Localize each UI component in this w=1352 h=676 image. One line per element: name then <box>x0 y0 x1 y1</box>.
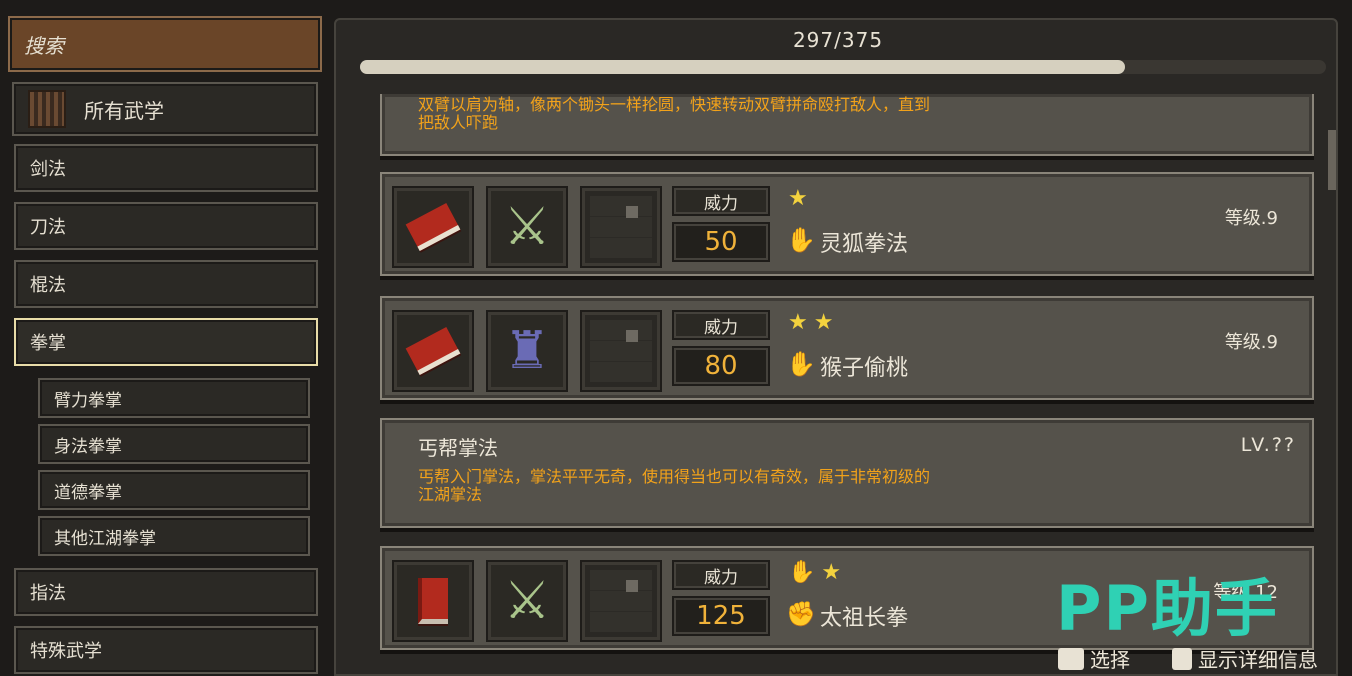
skill-grade: 等级.9 <box>1224 332 1278 353</box>
demon-icon: ♜ <box>503 321 551 381</box>
fist-icon: ✊ <box>786 600 816 628</box>
palm-icon: ✋ <box>786 350 816 378</box>
subcategory-morality-fist[interactable]: 道德拳掌 <box>38 470 310 510</box>
skill-grade: 等级.9 <box>1224 208 1278 229</box>
book-slot <box>392 186 474 268</box>
red-book-icon <box>405 326 461 376</box>
red-book-icon <box>405 202 461 252</box>
subcategory-agility-fist[interactable]: 身法拳掌 <box>38 424 310 464</box>
category-special[interactable]: 特殊武学 <box>14 626 318 674</box>
category-sidebar: 搜索 所有武学 剑法 刀法 棍法 拳掌 臂力拳掌 身法拳掌 道德拳掌 其他江湖拳… <box>0 0 330 676</box>
warrior-icon: ⚔ <box>503 197 551 257</box>
collection-progress-text: 297/375 <box>792 28 884 52</box>
locked-grid-icon <box>590 320 652 382</box>
empty-slot <box>580 560 662 642</box>
search-button[interactable]: 搜索 <box>8 16 322 72</box>
list-scrollbar[interactable] <box>1328 130 1336 190</box>
rarity-stars: ✋★ <box>788 560 847 585</box>
pp-assistant-watermark: PP助手 <box>1056 572 1279 645</box>
select-hint-label: 选择 <box>1090 648 1130 672</box>
category-finger[interactable]: 指法 <box>14 568 318 616</box>
power-value: 80 <box>672 346 770 386</box>
info-title: 丐帮掌法 <box>418 436 498 460</box>
gamepad-button-icon <box>1172 647 1192 670</box>
description-line: 丐帮入门掌法，掌法平平无奇，使用得当也可以有奇效，属于非常初级的 <box>418 467 931 486</box>
category-sword[interactable]: 剑法 <box>14 144 318 192</box>
warrior-icon: ⚔ <box>503 571 551 631</box>
skill-name: 猴子偷桃 <box>820 356 909 381</box>
power-label: 威力 <box>672 310 770 340</box>
palm-icon: ✋ <box>786 226 816 254</box>
gamepad-button-icon <box>1058 647 1084 670</box>
skill-info-card[interactable]: 丐帮掌法 LV.?? 丐帮入门掌法，掌法平平无奇，使用得当也可以有奇效，属于非常… <box>380 418 1314 528</box>
locked-grid-icon <box>590 196 652 258</box>
collection-progress-fill <box>360 60 1126 74</box>
empty-slot <box>580 310 662 392</box>
rarity-star: ★ <box>821 560 848 585</box>
figure-slot: ⚔ <box>486 186 568 268</box>
power-value: 50 <box>672 222 770 262</box>
red-book-icon <box>418 578 448 624</box>
category-fist-palm[interactable]: 拳掌 <box>14 318 318 366</box>
all-skills-label: 所有武学 <box>84 98 164 123</box>
empty-slot <box>580 186 662 268</box>
skill-name: 太祖长拳 <box>820 606 909 631</box>
power-label: 威力 <box>672 560 770 590</box>
category-staff[interactable]: 棍法 <box>14 260 318 308</box>
figure-slot: ⚔ <box>486 560 568 642</box>
rarity-stars: ★★ <box>788 310 840 335</box>
skill-card[interactable]: ⚔ 威力 50 ★ ✋ 灵狐拳法 等级.9 <box>380 172 1314 276</box>
power-label: 威力 <box>672 186 770 216</box>
all-skills-button[interactable]: 所有武学 <box>12 82 318 136</box>
rarity-stars: ★ <box>788 186 814 211</box>
description-line: 江湖掌法 <box>418 485 483 504</box>
description-line: 双臂以肩为轴，像两个锄头一样抡圆，快速转动双臂拼命殴打敌人，直到 <box>418 95 931 114</box>
subcategory-strength-fist[interactable]: 臂力拳掌 <box>38 378 310 418</box>
category-blade[interactable]: 刀法 <box>14 202 318 250</box>
power-value: 125 <box>672 596 770 636</box>
collection-progress-bar <box>360 60 1326 74</box>
details-hint[interactable]: 显示详细信息 <box>1172 644 1318 673</box>
details-hint-label: 显示详细信息 <box>1198 648 1318 672</box>
scroll-icon <box>28 90 66 128</box>
info-level: LV.?? <box>1240 434 1296 456</box>
skill-name: 灵狐拳法 <box>820 232 909 257</box>
skill-description-card[interactable]: 双臂以肩为轴，像两个锄头一样抡圆，快速转动双臂拼命殴打敌人，直到 把敌人吓跑 <box>380 94 1314 156</box>
select-hint[interactable]: 选择 <box>1058 644 1130 673</box>
book-slot <box>392 560 474 642</box>
book-slot <box>392 310 474 392</box>
subcategory-other-fist[interactable]: 其他江湖拳掌 <box>38 516 310 556</box>
description-line: 把敌人吓跑 <box>418 113 499 132</box>
palm-icon: ✋ <box>788 560 822 585</box>
figure-slot: ♜ <box>486 310 568 392</box>
locked-grid-icon <box>590 570 652 632</box>
skill-card[interactable]: ♜ 威力 80 ★★ ✋ 猴子偷桃 等级.9 <box>380 296 1314 400</box>
